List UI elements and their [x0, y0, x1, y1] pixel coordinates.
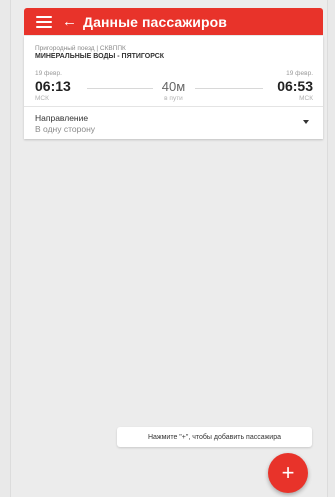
direction-dropdown[interactable]	[24, 107, 323, 139]
trip-card: Пригородный поезд | СКВППК МИНЕРАЛЬНЫЕ В…	[24, 36, 323, 139]
route-name: МИНЕРАЛЬНЫЕ ВОДЫ - ПЯТИГОРСК	[35, 53, 165, 60]
travel-label: в пути	[164, 95, 183, 102]
arrival-date: 19 февр.	[286, 70, 313, 77]
hamburger-menu-icon[interactable]	[36, 15, 52, 28]
direction-label: Направление	[35, 113, 89, 123]
page-title: Данные пассажиров	[83, 13, 228, 30]
arrival-timezone: МСК	[299, 95, 313, 102]
timeline-divider-right	[195, 88, 263, 89]
add-passenger-hint: Нажмите "+", чтобы добавить пассажира	[117, 427, 312, 447]
add-passenger-button[interactable]: +	[268, 453, 308, 493]
departure-date: 19 февр.	[35, 70, 62, 77]
app-bar: ← Данные пассажиров	[24, 8, 323, 35]
arrival-time: 06:53	[277, 78, 313, 94]
direction-value: В одну сторону	[35, 124, 96, 134]
dropdown-arrow-icon[interactable]	[303, 120, 309, 124]
arrow-left-icon[interactable]: ←	[62, 14, 77, 29]
train-type: Пригородный поезд | СКВППК	[35, 45, 126, 52]
